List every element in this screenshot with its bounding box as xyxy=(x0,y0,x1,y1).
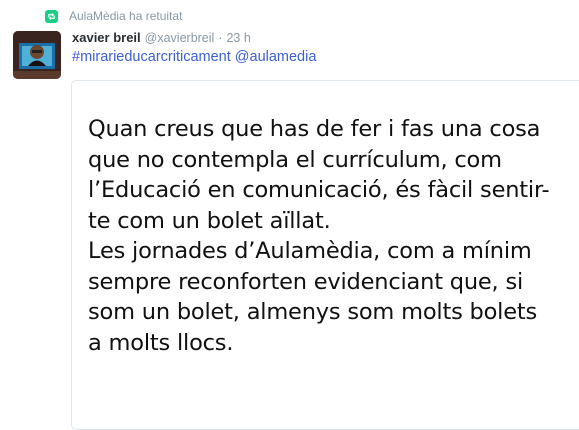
retweet-context: AulaMèdia ha retuitat xyxy=(45,8,182,24)
card-line: som un bolet, almenys som molts bolets xyxy=(88,299,538,325)
card-line: Quan creus que has de fer i fas una cosa xyxy=(88,116,541,142)
tweet-header: xavier breil @xavierbreil · 23 h xyxy=(72,30,251,47)
hashtag-link[interactable]: #mirarieducarcriticament xyxy=(72,49,231,65)
user-handle[interactable]: @xavierbreil xyxy=(145,31,215,45)
retweet-text[interactable]: AulaMèdia ha retuitat xyxy=(69,9,182,23)
tweet-text: #mirarieducarcriticament @aulamedia xyxy=(72,49,316,65)
mention-link[interactable]: @aulamedia xyxy=(235,49,317,65)
card-line: a molts llocs. xyxy=(88,329,234,356)
card-line: Les jornades d’Aulamèdia, com a mínim xyxy=(88,238,532,264)
retweet-icon xyxy=(45,9,58,23)
card-line: que no contempla el currículum, com xyxy=(88,146,502,173)
tweet-timestamp[interactable]: 23 h xyxy=(226,31,250,45)
separator-dot: · xyxy=(218,31,223,45)
user-avatar[interactable] xyxy=(13,31,61,79)
image-card[interactable]: Quan creus que has de fer i fas una cosa… xyxy=(71,80,579,430)
card-text: Quan creus que has de fer i fas una cosa… xyxy=(88,114,579,358)
card-line: l’Educació en comunicació, és fàcil sent… xyxy=(88,177,550,203)
user-name[interactable]: xavier breil xyxy=(72,30,141,45)
card-line: sempre reconforten evidenciant que, si xyxy=(88,268,524,295)
card-line: te com un bolet aïllat. xyxy=(88,207,331,234)
